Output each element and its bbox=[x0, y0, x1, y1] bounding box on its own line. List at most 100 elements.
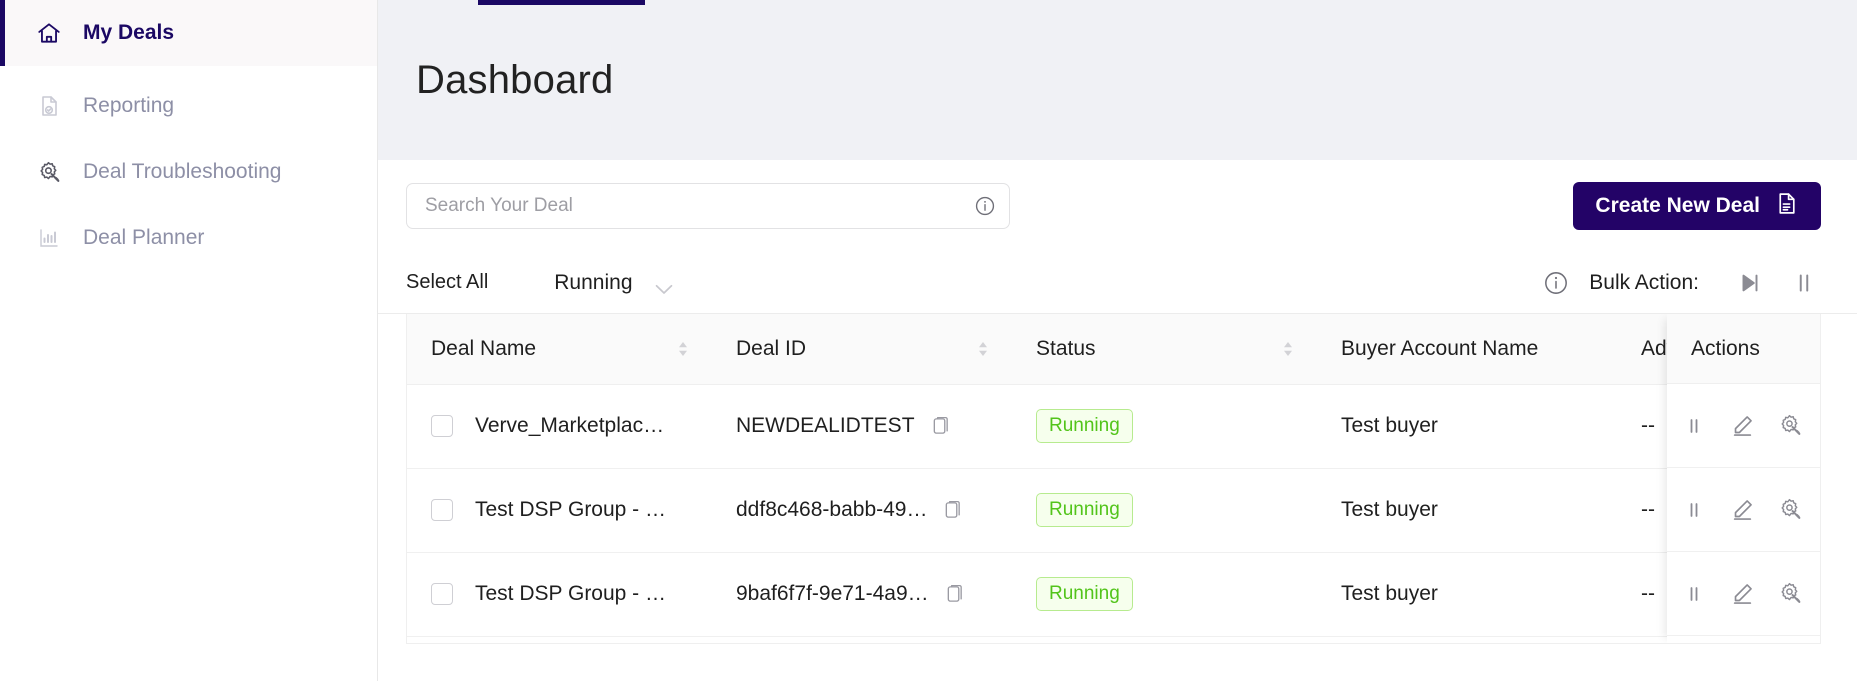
main-content: Dashboard Create New Deal bbox=[378, 0, 1857, 681]
play-skip-icon[interactable] bbox=[1733, 266, 1767, 300]
troubleshoot-icon[interactable] bbox=[1777, 497, 1803, 523]
troubleshoot-icon[interactable] bbox=[1777, 581, 1803, 607]
row-checkbox[interactable] bbox=[431, 415, 453, 437]
column-label: Actions bbox=[1691, 336, 1760, 360]
sidebar-item-deal-planner[interactable]: Deal Planner bbox=[0, 205, 377, 271]
table-body: Verve_Marketplac… NEWDEALIDTEST Running … bbox=[407, 384, 1820, 637]
report-icon bbox=[36, 93, 62, 119]
deal-id-text: ddf8c468-babb-49… bbox=[736, 498, 928, 521]
status-badge: Running bbox=[1036, 493, 1133, 527]
row-actions bbox=[1667, 552, 1820, 636]
row-actions bbox=[1667, 468, 1820, 552]
row-checkbox[interactable] bbox=[431, 583, 453, 605]
cell-status: Running bbox=[1012, 552, 1317, 637]
pause-icon[interactable] bbox=[1681, 413, 1707, 439]
column-header-actions: Actions bbox=[1667, 314, 1820, 384]
sort-icon[interactable] bbox=[676, 339, 690, 359]
sidebar-item-reporting[interactable]: Reporting bbox=[0, 73, 377, 139]
deal-name-text: Test DSP Group - … bbox=[475, 498, 667, 521]
sort-icon[interactable] bbox=[976, 339, 990, 359]
cell-deal-id: NEWDEALIDTEST bbox=[712, 384, 1012, 469]
info-icon[interactable] bbox=[974, 195, 996, 217]
column-label: Deal Name bbox=[431, 336, 537, 360]
buyer-text: Test buyer bbox=[1341, 498, 1438, 521]
advertiser-text: -- bbox=[1641, 498, 1655, 521]
bulk-action-label: Bulk Action: bbox=[1589, 270, 1699, 294]
copy-icon[interactable] bbox=[931, 415, 950, 437]
column-label: Deal ID bbox=[736, 336, 807, 360]
info-icon[interactable] bbox=[1543, 270, 1569, 296]
copy-icon[interactable] bbox=[945, 583, 964, 605]
cell-buyer: Test buyer bbox=[1317, 468, 1617, 553]
row-checkbox[interactable] bbox=[431, 499, 453, 521]
status-badge: Running bbox=[1036, 577, 1133, 611]
sidebar-item-label: My Deals bbox=[83, 21, 175, 44]
table-row[interactable]: Test DSP Group - … 9baf6f7f-9e71-4a9… Ru… bbox=[407, 552, 1820, 637]
deal-name-text: Verve_Marketplac… bbox=[475, 414, 665, 437]
deal-id-text: NEWDEALIDTEST bbox=[736, 414, 915, 437]
status-filter-dropdown[interactable]: Running bbox=[554, 271, 672, 295]
sidebar-item-my-deals[interactable]: My Deals bbox=[0, 0, 377, 66]
deals-table: Deal Name Deal ID Status Buyer Account N… bbox=[407, 314, 1820, 637]
advertiser-text: -- bbox=[1641, 414, 1655, 437]
troubleshoot-icon[interactable] bbox=[1777, 413, 1803, 439]
advertiser-text: -- bbox=[1641, 582, 1655, 605]
page-header: Dashboard bbox=[378, 0, 1857, 160]
filter-row: Select All Running Bulk Action: bbox=[378, 252, 1857, 314]
table-header-row: Deal Name Deal ID Status Buyer Account N… bbox=[407, 314, 1820, 385]
pencil-icon[interactable] bbox=[1729, 413, 1755, 439]
table-head: Deal Name Deal ID Status Buyer Account N… bbox=[407, 314, 1820, 385]
cell-deal-name: Test DSP Group - … bbox=[407, 468, 712, 553]
pencil-icon[interactable] bbox=[1729, 497, 1755, 523]
cell-deal-id: 9baf6f7f-9e71-4a9… bbox=[712, 552, 1012, 637]
column-header-buyer-account-name[interactable]: Buyer Account Name bbox=[1317, 314, 1617, 385]
search-input[interactable] bbox=[406, 183, 1010, 229]
copy-icon[interactable] bbox=[943, 499, 962, 521]
search-container bbox=[406, 183, 1010, 229]
sort-icon[interactable] bbox=[1281, 339, 1295, 359]
select-all-button[interactable]: Select All bbox=[406, 271, 488, 294]
app-root: My Deals Reporting Deal Troubleshooting … bbox=[0, 0, 1857, 681]
cell-deal-id: ddf8c468-babb-49… bbox=[712, 468, 1012, 553]
pause-icon[interactable] bbox=[1787, 266, 1821, 300]
active-tab-indicator bbox=[478, 0, 645, 5]
deal-id-text: 9baf6f7f-9e71-4a9… bbox=[736, 582, 929, 605]
sidebar-item-label: Deal Planner bbox=[83, 226, 205, 249]
pause-icon[interactable] bbox=[1681, 581, 1707, 607]
table-row[interactable]: Verve_Marketplac… NEWDEALIDTEST Running … bbox=[407, 384, 1820, 469]
pause-icon[interactable] bbox=[1681, 497, 1707, 523]
troubleshoot-icon bbox=[36, 159, 62, 185]
column-label: Status bbox=[1036, 336, 1096, 360]
status-filter-value: Running bbox=[554, 270, 633, 294]
pencil-icon[interactable] bbox=[1729, 581, 1755, 607]
sidebar-item-label: Reporting bbox=[83, 94, 175, 117]
cell-deal-name: Test DSP Group - … bbox=[407, 552, 712, 637]
create-new-deal-button[interactable]: Create New Deal bbox=[1573, 182, 1821, 230]
row-actions bbox=[1667, 384, 1820, 468]
sidebar-item-deal-troubleshooting[interactable]: Deal Troubleshooting bbox=[0, 139, 377, 205]
deals-table-container: Deal Name Deal ID Status Buyer Account N… bbox=[406, 314, 1821, 644]
column-header-status[interactable]: Status bbox=[1012, 314, 1317, 385]
column-header-deal-name[interactable]: Deal Name bbox=[407, 314, 712, 385]
buyer-text: Test buyer bbox=[1341, 414, 1438, 437]
cell-buyer: Test buyer bbox=[1317, 552, 1617, 637]
create-new-deal-label: Create New Deal bbox=[1595, 194, 1760, 217]
cell-deal-name: Verve_Marketplac… bbox=[407, 384, 712, 469]
column-header-deal-id[interactable]: Deal ID bbox=[712, 314, 1012, 385]
actions-column: Actions bbox=[1667, 314, 1820, 643]
column-label: Buyer Account Name bbox=[1341, 336, 1539, 360]
sidebar-item-label: Deal Troubleshooting bbox=[83, 160, 282, 183]
filter-left-group: Select All Running bbox=[406, 271, 673, 295]
cell-status: Running bbox=[1012, 384, 1317, 469]
status-badge: Running bbox=[1036, 409, 1133, 443]
chart-bar-icon bbox=[36, 225, 62, 251]
table-row[interactable]: Test DSP Group - … ddf8c468-babb-49… Run… bbox=[407, 468, 1820, 553]
deal-name-text: Test DSP Group - … bbox=[475, 582, 667, 605]
document-icon bbox=[1774, 191, 1799, 222]
home-icon bbox=[36, 20, 62, 46]
buyer-text: Test buyer bbox=[1341, 582, 1438, 605]
cell-buyer: Test buyer bbox=[1317, 384, 1617, 469]
sidebar: My Deals Reporting Deal Troubleshooting … bbox=[0, 0, 378, 681]
toolbar: Create New Deal bbox=[378, 160, 1857, 252]
